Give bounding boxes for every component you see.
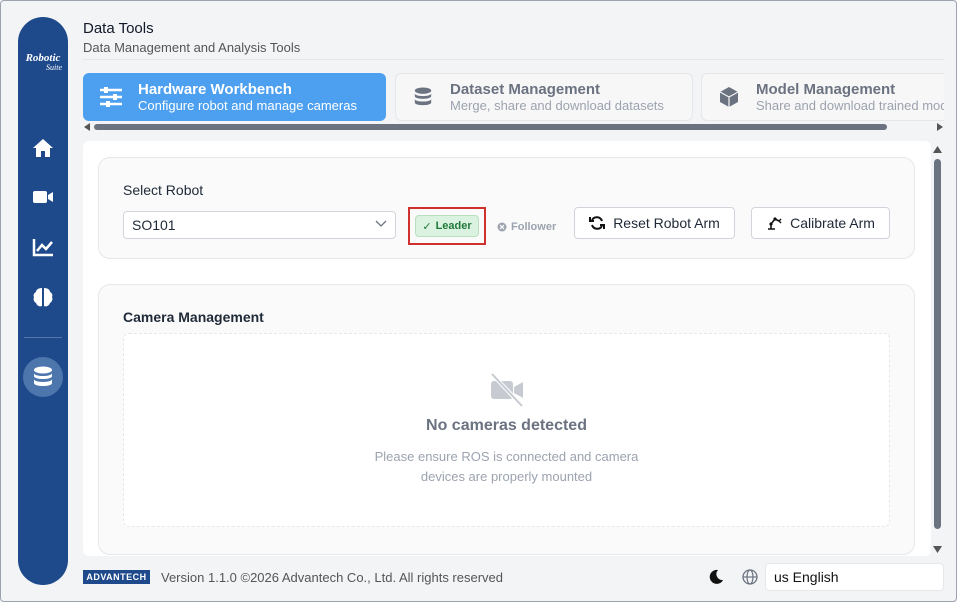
app-window: Robotic Suite Data Tools Data Management… bbox=[0, 0, 957, 602]
follower-toggle[interactable]: Follower bbox=[491, 217, 562, 237]
calibrate-arm-button[interactable]: Calibrate Arm bbox=[751, 207, 890, 239]
dark-mode-toggle[interactable] bbox=[705, 566, 727, 588]
select-robot-title: Select Robot bbox=[123, 182, 204, 198]
content-vertical-scrollbar[interactable] bbox=[931, 141, 944, 556]
camera-management-card: Camera Management No cameras detected Pl… bbox=[98, 284, 915, 555]
robot-select[interactable]: SO101 bbox=[123, 211, 396, 239]
advantech-logo: ADVANTECH bbox=[83, 570, 150, 584]
follower-label: Follower bbox=[511, 221, 557, 233]
page-subtitle: Data Management and Analysis Tools bbox=[83, 40, 301, 55]
no-cameras-message: Please ensure ROS is connected and camer… bbox=[374, 449, 639, 484]
main-content: Select Robot SO101 ✓ Leader Follower Res… bbox=[83, 141, 931, 556]
page-title: Data Tools bbox=[83, 20, 154, 37]
close-circle-icon bbox=[497, 222, 507, 232]
reset-label: Reset Robot Arm bbox=[613, 215, 720, 231]
logo-sub: Suite bbox=[46, 63, 62, 72]
tab-model-management[interactable]: Model Management Share and download trai… bbox=[701, 73, 944, 121]
tab-bar: Hardware Workbench Configure robot and m… bbox=[83, 73, 944, 121]
tab-title: Hardware Workbench bbox=[138, 81, 292, 98]
scroll-down-icon[interactable] bbox=[933, 546, 942, 553]
scrollbar-thumb[interactable] bbox=[94, 124, 887, 130]
tab-title: Dataset Management bbox=[450, 81, 601, 98]
sidebar-divider bbox=[24, 337, 62, 338]
camera-empty-state: No cameras detected Please ensure ROS is… bbox=[123, 333, 890, 527]
header-divider bbox=[83, 59, 944, 60]
sliders-icon bbox=[96, 82, 126, 112]
refresh-icon bbox=[589, 216, 606, 230]
tabs-horizontal-scrollbar[interactable] bbox=[83, 122, 944, 132]
scrollbar-thumb[interactable] bbox=[934, 159, 941, 529]
select-robot-card: Select Robot SO101 ✓ Leader Follower Res… bbox=[98, 157, 915, 259]
check-icon: ✓ bbox=[422, 220, 432, 233]
robot-select-value: SO101 bbox=[132, 217, 176, 233]
tab-dataset-management[interactable]: Dataset Management Merge, share and down… bbox=[395, 73, 693, 121]
brain-icon[interactable] bbox=[30, 284, 56, 310]
tab-title: Model Management bbox=[756, 81, 896, 98]
chevron-down-icon bbox=[375, 220, 387, 227]
robot-arm-icon bbox=[768, 217, 782, 230]
video-camera-icon[interactable] bbox=[30, 184, 56, 210]
leader-highlight: ✓ Leader bbox=[408, 207, 486, 245]
home-icon[interactable] bbox=[30, 135, 56, 161]
scroll-right-icon[interactable] bbox=[937, 123, 943, 131]
database-icon bbox=[408, 82, 438, 112]
language-select[interactable]: us English bbox=[765, 563, 944, 591]
scroll-up-icon[interactable] bbox=[933, 146, 942, 153]
chart-line-icon[interactable] bbox=[30, 234, 56, 260]
database-icon bbox=[34, 366, 52, 386]
camera-management-title: Camera Management bbox=[123, 309, 264, 325]
tab-subtitle: Configure robot and manage cameras bbox=[138, 98, 357, 113]
scroll-left-icon[interactable] bbox=[84, 123, 90, 131]
tab-subtitle: Share and download trained models bbox=[756, 98, 944, 113]
calibrate-label: Calibrate Arm bbox=[790, 215, 875, 231]
tab-subtitle: Merge, share and download datasets bbox=[450, 98, 664, 113]
video-off-icon bbox=[490, 372, 524, 408]
sidebar: Robotic Suite bbox=[18, 17, 68, 585]
leader-label: Leader bbox=[435, 220, 472, 232]
moon-icon bbox=[709, 569, 723, 584]
no-cameras-title: No cameras detected bbox=[426, 417, 587, 434]
version-text: Version 1.1.0 ©2026 Advantech Co., Ltd. … bbox=[161, 570, 504, 585]
database-nav-button[interactable] bbox=[23, 357, 63, 397]
tab-hardware-workbench[interactable]: Hardware Workbench Configure robot and m… bbox=[83, 73, 386, 121]
globe-icon bbox=[740, 567, 760, 587]
leader-toggle[interactable]: ✓ Leader bbox=[415, 215, 479, 237]
reset-robot-arm-button[interactable]: Reset Robot Arm bbox=[574, 207, 735, 239]
app-logo: Robotic Suite bbox=[18, 53, 68, 73]
cube-icon bbox=[714, 82, 744, 112]
